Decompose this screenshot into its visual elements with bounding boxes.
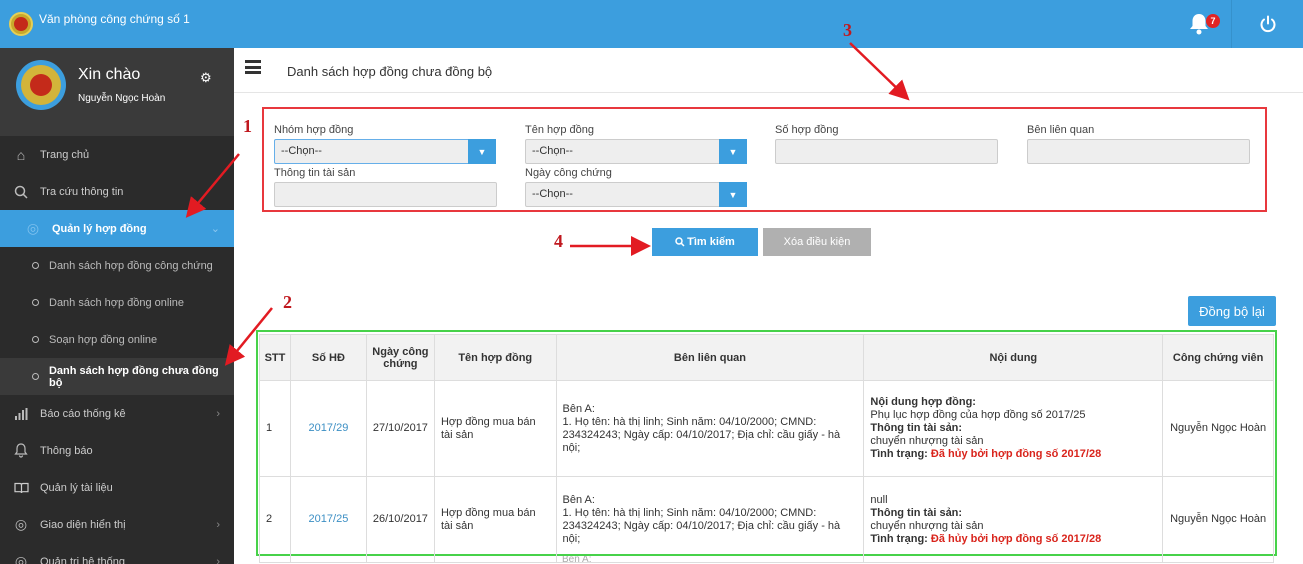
annotation-arrows [185, 42, 910, 366]
